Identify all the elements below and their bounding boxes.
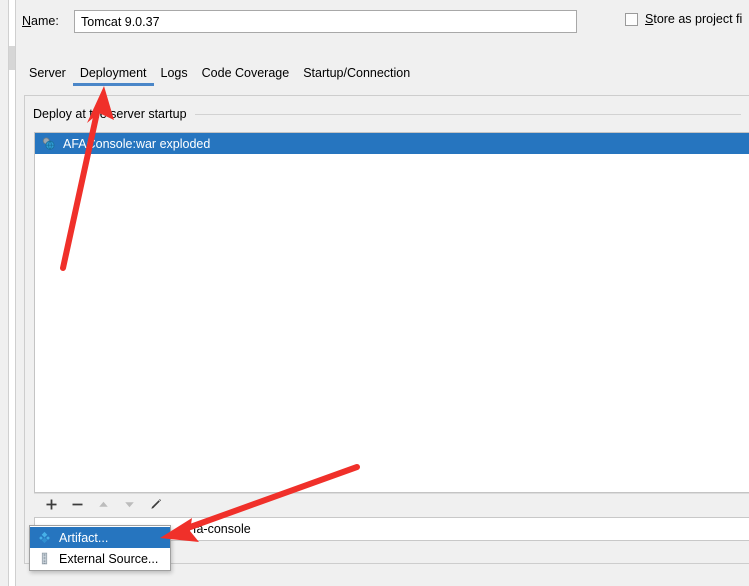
splitter-thumb[interactable] xyxy=(9,46,15,70)
tab-deployment[interactable]: Deployment xyxy=(72,66,154,86)
list-item-label: AFAConsole:war exploded xyxy=(63,136,211,151)
name-row: Name: Store as project fi xyxy=(22,10,749,34)
deployment-list-toolbar xyxy=(34,493,749,515)
add-deployment-source-popup-menu: Artifact... External Source... xyxy=(29,525,171,571)
store-as-project-file-checkbox[interactable] xyxy=(625,12,638,26)
deploy-at-startup-label: Deploy at the server startup xyxy=(33,107,187,121)
menu-item-artifact[interactable]: Artifact... xyxy=(30,527,170,548)
name-field-label: Name: xyxy=(22,14,59,28)
edit-button[interactable] xyxy=(142,495,168,515)
war-exploded-artifact-icon xyxy=(41,136,56,151)
application-context-value: fa-console xyxy=(193,522,251,536)
menu-item-label: External Source... xyxy=(59,551,159,566)
tab-logs[interactable]: Logs xyxy=(154,66,195,86)
name-label-rest: ame: xyxy=(31,14,59,28)
artifact-icon xyxy=(38,531,51,544)
dialog-left-splitter[interactable] xyxy=(9,0,16,586)
store-label-rest: tore as project fi xyxy=(653,12,743,26)
deployment-artifact-list[interactable]: AFAConsole:war exploded xyxy=(34,132,749,493)
tab-startup-connection[interactable]: Startup/Connection xyxy=(296,66,417,86)
deployment-tab-panel: Deploy at the server startup AFAConsole:… xyxy=(24,95,749,564)
tab-code-coverage[interactable]: Code Coverage xyxy=(195,66,297,86)
name-input[interactable] xyxy=(74,10,577,33)
group-header-separator xyxy=(194,113,741,115)
tab-server[interactable]: Server xyxy=(22,66,73,86)
add-button[interactable] xyxy=(38,495,64,515)
store-as-project-file-label: Store as project fi xyxy=(645,12,742,26)
store-as-project-file-row[interactable]: Store as project fi xyxy=(625,12,749,26)
run-configuration-dialog: Name: Store as project fi ServerDeployme… xyxy=(0,0,749,586)
move-down-button[interactable] xyxy=(116,495,142,515)
list-item[interactable]: AFAConsole:war exploded xyxy=(35,133,749,154)
external-source-icon xyxy=(38,552,51,565)
configuration-tabs: Server Deployment Logs Code Coverage Startup… xyxy=(22,66,749,92)
dialog-left-gutter xyxy=(0,0,9,586)
menu-item-label: Artifact... xyxy=(59,530,109,545)
remove-button[interactable] xyxy=(64,495,90,515)
menu-item-external-source[interactable]: External Source... xyxy=(30,548,170,569)
name-label-mnemonic: N xyxy=(22,14,32,28)
deploy-at-startup-group-header: Deploy at the server startup xyxy=(33,106,741,122)
move-up-button[interactable] xyxy=(90,495,116,515)
